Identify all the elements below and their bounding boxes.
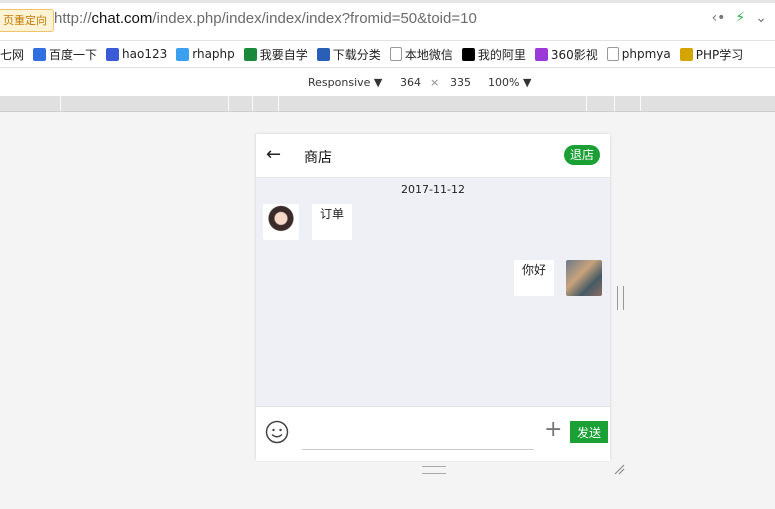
address-bar: 页重定向 http://chat.com/index.php/index/ind… xyxy=(0,0,775,41)
php-icon xyxy=(679,47,693,61)
bookmark-item[interactable]: 我的阿里 xyxy=(461,46,526,63)
message-bubble: 你好 xyxy=(513,260,554,296)
bookmark-item[interactable]: 七网 xyxy=(0,46,24,63)
smiley-icon[interactable] xyxy=(265,420,289,444)
bookmark-item[interactable]: phpmya xyxy=(606,47,671,61)
viewport-width-input[interactable]: 364 xyxy=(400,76,421,89)
viewport-height-input[interactable]: 335 xyxy=(450,76,471,89)
bookmark-label: 我要自学 xyxy=(259,47,308,62)
message-list[interactable]: 2017-11-12 订单 你好 xyxy=(256,178,610,406)
bookmark-label: rhaphp xyxy=(192,47,235,61)
360-icon xyxy=(534,47,548,61)
bookmark-item[interactable]: rhaphp xyxy=(176,47,235,61)
rhaphp-icon xyxy=(176,47,190,61)
media-query-ruler[interactable] xyxy=(0,96,775,112)
avatar[interactable] xyxy=(263,204,299,240)
bookmark-label: 360影视 xyxy=(550,47,598,62)
bookmark-item[interactable]: hao123 xyxy=(106,47,167,61)
bookmark-item[interactable]: 下载分类 xyxy=(316,46,381,63)
hao123-icon xyxy=(106,47,120,61)
url-field[interactable]: http://chat.com/index.php/index/index/in… xyxy=(54,10,477,27)
bookmark-label: 百度一下 xyxy=(49,47,98,62)
devtools-toolbar: Responsive ▼ 364 × 335 100% ▼ xyxy=(0,68,775,97)
lightning-icon[interactable]: ⚡ xyxy=(735,10,745,26)
device-viewport: ← 商店 退店 2017-11-12 订单 你好 + 发送 xyxy=(256,134,610,461)
url-path: /index.php/index/index/index?fromid=50&t… xyxy=(152,10,477,27)
page-icon xyxy=(606,47,619,61)
send-button[interactable]: 发送 xyxy=(570,421,608,443)
resize-handle-bottom[interactable] xyxy=(422,466,446,474)
baidu-paw-icon xyxy=(33,47,47,61)
bookmark-label: 七网 xyxy=(0,47,25,62)
bookmark-label: phpmya xyxy=(621,47,671,61)
bookmark-label: hao123 xyxy=(122,47,168,61)
bookmark-item[interactable]: 本地微信 xyxy=(389,46,453,63)
resize-handle-right[interactable] xyxy=(617,286,624,310)
message-bubble: 订单 xyxy=(312,204,353,240)
penguin-icon xyxy=(461,47,475,61)
message-date: 2017-11-12 xyxy=(401,183,465,196)
chat-header: ← 商店 退店 xyxy=(256,134,610,178)
bookmark-label: 我的阿里 xyxy=(477,47,526,62)
responsive-mode-select[interactable]: Responsive ▼ xyxy=(308,76,382,89)
resize-corner-icon[interactable] xyxy=(613,463,625,475)
redirect-badge[interactable]: 页重定向 xyxy=(0,9,54,32)
page-icon xyxy=(389,47,402,61)
bookmark-label: 下载分类 xyxy=(332,47,381,62)
bookmark-label: 本地微信 xyxy=(404,47,453,62)
dimension-separator: × xyxy=(430,76,440,89)
url-prefix: http:// xyxy=(54,10,92,27)
share-icon[interactable]: ‹• xyxy=(712,10,726,26)
url-host: chat.com xyxy=(91,10,153,27)
arrow-left-icon[interactable]: ← xyxy=(266,144,281,165)
bookmark-item[interactable]: 我要自学 xyxy=(243,46,308,63)
message-input[interactable] xyxy=(302,417,534,450)
tab-strip xyxy=(0,0,775,3)
zixue-icon xyxy=(243,47,257,61)
bookmarks-bar: 七网 百度一下 hao123 rhaphp 我要自学 下载分类 本地微信 我的阿里 360影视 p… xyxy=(0,41,775,68)
message-composer: + 发送 xyxy=(256,406,610,461)
page-title: 商店 xyxy=(304,150,332,166)
leave-shop-button[interactable]: 退店 xyxy=(563,145,600,165)
bookmark-item[interactable]: PHP学习 xyxy=(679,46,744,63)
bookmark-item[interactable]: 百度一下 xyxy=(33,46,97,63)
folder-icon xyxy=(316,47,330,61)
avatar[interactable] xyxy=(566,260,602,296)
plus-icon[interactable]: + xyxy=(544,419,562,441)
bookmark-item[interactable]: 360影视 xyxy=(534,46,598,63)
zoom-select[interactable]: 100% ▼ xyxy=(488,76,531,89)
bookmark-label: PHP学习 xyxy=(695,47,744,62)
chevron-down-icon[interactable]: ⌄ xyxy=(755,10,767,26)
